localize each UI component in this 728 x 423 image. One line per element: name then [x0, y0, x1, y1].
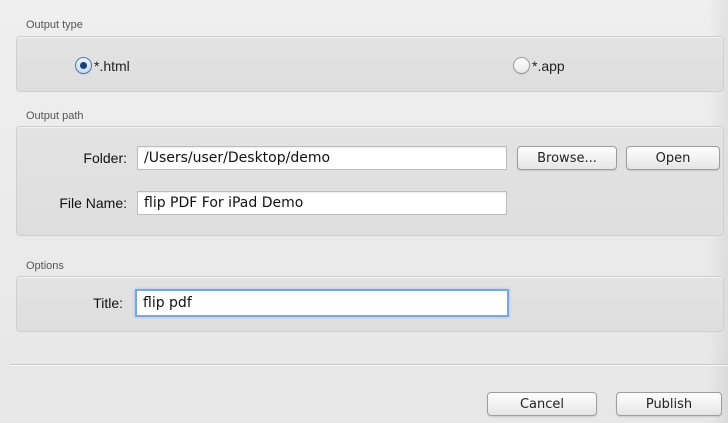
publish-dialog: Output type *.html *.app Output path Fol… — [0, 0, 728, 423]
folder-label: Folder: — [83, 150, 127, 166]
folder-input[interactable] — [137, 146, 507, 170]
output-path-group: Folder: Browse... Open File Name: — [16, 126, 724, 236]
title-input[interactable] — [135, 289, 509, 317]
footer-divider — [10, 364, 728, 366]
file-name-input[interactable] — [137, 191, 507, 215]
browse-button[interactable]: Browse... — [517, 146, 617, 170]
file-name-label: File Name: — [59, 195, 127, 211]
radio-selected-dot — [80, 62, 87, 69]
radio-html[interactable]: *.html — [75, 57, 130, 74]
radio-html-button[interactable] — [75, 57, 92, 74]
publish-button[interactable]: Publish — [616, 392, 722, 416]
options-group: Title: — [16, 276, 724, 332]
options-label: Options — [26, 260, 64, 272]
radio-html-label: *.html — [94, 57, 130, 74]
title-label: Title: — [93, 295, 123, 311]
open-button[interactable]: Open — [626, 146, 720, 170]
cancel-button[interactable]: Cancel — [487, 392, 597, 416]
output-path-label: Output path — [26, 110, 84, 122]
output-type-label: Output type — [26, 19, 83, 31]
radio-app-button[interactable] — [513, 57, 530, 74]
output-type-group: *.html *.app — [16, 36, 724, 92]
radio-app-label: *.app — [532, 57, 565, 74]
radio-app[interactable]: *.app — [513, 57, 565, 74]
